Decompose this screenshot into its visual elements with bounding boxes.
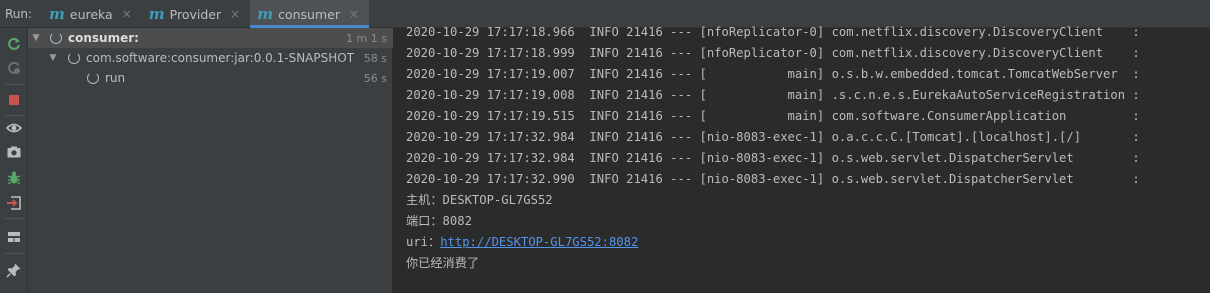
uri-link[interactable]: http://DESKTOP-GL7GS52:8082 — [440, 235, 638, 249]
tab-provider[interactable]: m Provider × — [142, 0, 250, 28]
consumed-line: 你已经消费了 — [406, 256, 480, 270]
spinner-icon — [50, 32, 62, 44]
tab-label: Provider — [169, 6, 222, 22]
spinner-icon — [87, 72, 99, 84]
debug-icon[interactable] — [5, 169, 23, 187]
rerun-icon[interactable] — [5, 35, 23, 53]
maven-icon: m — [148, 4, 165, 23]
tab-consumer[interactable]: m consumer × — [250, 0, 370, 28]
spinner-icon — [68, 52, 80, 64]
log-line: 2020-10-29 17:17:18.966 INFO 21416 --- [… — [406, 25, 1140, 39]
run-label: Run: — [5, 7, 33, 21]
tab-label: eureka — [69, 6, 113, 22]
tree-item-label: consumer: — [68, 31, 139, 45]
host-line: 主机：DESKTOP-GL7GS52 — [406, 193, 553, 207]
uri-line: uri：http://DESKTOP-GL7GS52:8082 — [406, 232, 638, 253]
view-icon[interactable] — [5, 119, 23, 137]
run-toolbar — [0, 28, 28, 293]
console-output[interactable]: 2020-10-29 17:17:18.966 INFO 21416 --- [… — [394, 25, 1210, 293]
pin-icon[interactable] — [5, 261, 23, 279]
log-line: 2020-10-29 17:17:19.515 INFO 21416 --- [… — [406, 109, 1140, 123]
maven-icon: m — [49, 4, 65, 23]
screenshot-icon[interactable] — [5, 143, 23, 161]
tree-item-label: com.software:consumer:jar:0.0.1-SNAPSHOT — [86, 51, 355, 65]
log-line: 2020-10-29 17:17:32.990 INFO 21416 --- [… — [406, 172, 1140, 186]
chevron-down-icon[interactable]: ▼ — [31, 33, 41, 43]
port-line: 端口：8082 — [406, 214, 472, 228]
stop-icon[interactable] — [5, 91, 23, 109]
uri-prefix: uri： — [406, 235, 441, 249]
tab-eureka[interactable]: m eureka × — [42, 0, 142, 28]
log-line: 2020-10-29 17:17:32.984 INFO 21416 --- [… — [406, 151, 1140, 165]
tree-item-artifact[interactable]: ▼ com.software:consumer:jar:0.0.1-SNAPSH… — [28, 48, 393, 68]
tree-item-label: run — [105, 71, 126, 85]
layout-icon[interactable] — [5, 228, 23, 246]
run-tree: ▼ consumer: 1 m 1 s ▼ com.software:consu… — [28, 28, 393, 293]
log-line: 2020-10-29 17:17:18.999 INFO 21416 --- [… — [406, 46, 1140, 60]
log-line: 2020-10-29 17:17:32.984 INFO 21416 --- [… — [406, 130, 1140, 144]
tree-item-time: 58 s — [363, 51, 387, 65]
log-line: 2020-10-29 17:17:19.008 INFO 21416 --- [… — [406, 88, 1140, 102]
rerun-failed-icon[interactable] — [5, 59, 23, 77]
log-line: 2020-10-29 17:17:19.007 INFO 21416 --- [… — [406, 67, 1140, 81]
tree-item-run[interactable]: run 56 s — [28, 68, 393, 88]
close-icon[interactable]: × — [230, 7, 240, 21]
exit-icon[interactable] — [5, 194, 23, 212]
chevron-down-icon[interactable]: ▼ — [48, 53, 58, 63]
close-icon[interactable]: × — [122, 7, 132, 21]
tree-item-time: 56 s — [363, 71, 387, 85]
close-icon[interactable]: × — [349, 7, 359, 21]
tree-item-time: 1 m 1 s — [346, 31, 387, 45]
tree-item-consumer[interactable]: ▼ consumer: 1 m 1 s — [28, 28, 393, 48]
maven-icon: m — [257, 4, 274, 23]
tab-label: consumer — [278, 6, 340, 22]
